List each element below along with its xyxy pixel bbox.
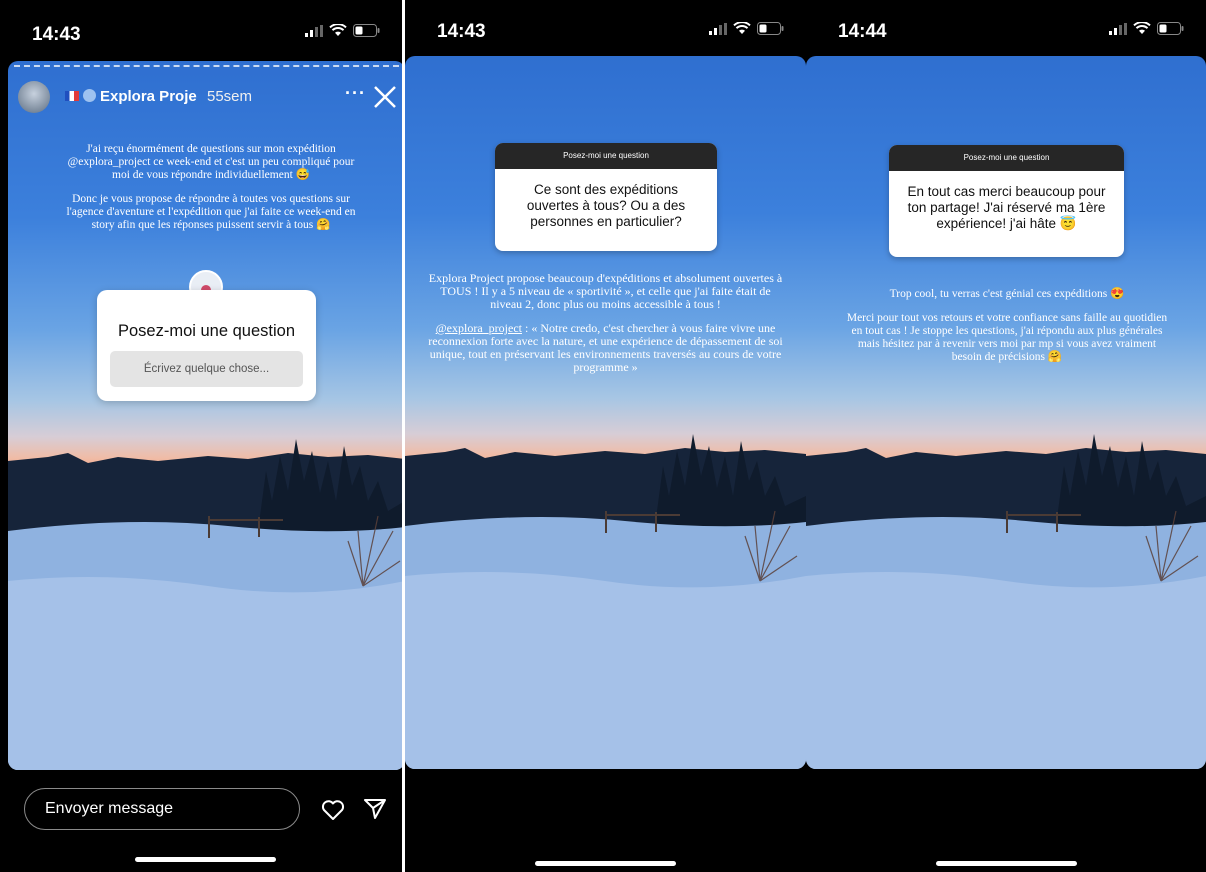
status-time: 14:44 — [838, 21, 887, 42]
story-caption: J'ai reçu énormément de questions sur mo… — [66, 143, 356, 243]
wifi-icon — [329, 24, 347, 36]
message-input[interactable]: Envoyer message — [24, 788, 300, 830]
answer-paragraph-1: Explora Project propose beaucoup d'expéd… — [428, 271, 783, 311]
explora-mention-link[interactable]: @explora_project — [436, 321, 522, 335]
caption-paragraph-2: Donc je vous propose de répondre à toute… — [66, 193, 356, 231]
story-screen-3: 14:44 Posez-moi une question En tout cas… — [806, 0, 1206, 872]
home-indicator[interactable] — [535, 861, 676, 866]
story-screen-2: 14:43 Posez-moi une question Ce sont des… — [405, 0, 806, 872]
signal-icon — [709, 22, 727, 35]
status-icons — [1109, 22, 1184, 35]
question-text: En tout cas merci beaucoup pour ton part… — [907, 184, 1106, 231]
story-image: Posez-moi une question En tout cas merci… — [806, 56, 1206, 769]
question-card-header: Posez-moi une question — [495, 143, 717, 169]
status-bar: 14:43 — [405, 0, 806, 58]
wifi-icon — [1133, 22, 1151, 34]
sticker-input[interactable]: Écrivez quelque chose... — [110, 351, 303, 387]
sticker-title: Posez-moi une question — [117, 322, 296, 340]
answer-text: Trop cool, tu verras c'est génial ces ex… — [846, 288, 1168, 375]
story-age: 55sem — [207, 88, 253, 105]
story-image: Posez-moi une question Ce sont des expéd… — [405, 56, 806, 769]
caption-paragraph-1: J'ai reçu énormément de questions sur mo… — [67, 143, 355, 181]
status-icons — [305, 24, 380, 37]
status-bar: 14:44 — [806, 0, 1206, 58]
answer-paragraph-2: Merci pour tout vos retours et votre con… — [846, 312, 1168, 363]
battery-icon — [353, 24, 380, 37]
status-icons — [709, 22, 784, 35]
story-screen-1: 14:43 Explora Proje 55sem ··· J'ai reçu … — [0, 0, 402, 872]
more-icon[interactable]: ··· — [345, 83, 366, 104]
status-bar: 14:43 — [0, 0, 402, 58]
battery-icon — [1157, 22, 1184, 35]
status-time: 14:43 — [437, 21, 486, 42]
heart-icon[interactable] — [321, 799, 345, 821]
battery-icon — [757, 22, 784, 35]
avatar[interactable] — [18, 81, 50, 113]
home-indicator[interactable] — [135, 857, 276, 862]
story-header: Explora Proje 55sem ··· — [18, 81, 397, 115]
wifi-icon — [733, 22, 751, 34]
signal-icon — [1109, 22, 1127, 35]
mountain-emoji-icon — [83, 89, 96, 102]
question-card: Posez-moi une question Ce sont des expéd… — [495, 143, 717, 251]
answer-paragraph-1: Trop cool, tu verras c'est génial ces ex… — [889, 288, 1125, 300]
status-time: 14:43 — [32, 24, 81, 45]
send-icon[interactable] — [363, 797, 387, 821]
answer-paragraph-2: @explora_project : « Notre credo, c'est … — [423, 322, 788, 374]
home-indicator[interactable] — [936, 861, 1077, 866]
question-card-header: Posez-moi une question — [889, 145, 1124, 171]
question-card: Posez-moi une question En tout cas merci… — [889, 145, 1124, 257]
story-progress-bar — [14, 65, 399, 69]
signal-icon — [305, 24, 323, 37]
story-image: Explora Proje 55sem ··· J'ai reçu énormé… — [8, 61, 402, 770]
question-sticker[interactable]: Posez-moi une question Écrivez quelque c… — [97, 290, 316, 401]
question-text: Ce sont des expéditions ouvertes à tous?… — [526, 182, 686, 229]
answer-text: Explora Project propose beaucoup d'expéd… — [423, 272, 788, 385]
flag-icon — [65, 91, 79, 101]
close-icon[interactable] — [373, 85, 397, 109]
username[interactable]: Explora Proje — [100, 88, 197, 105]
